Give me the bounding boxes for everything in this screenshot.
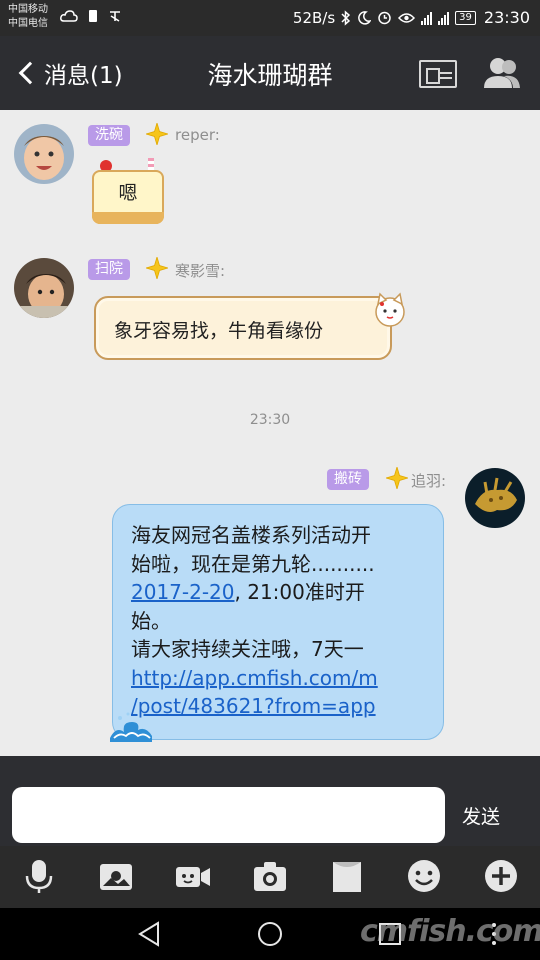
watermark: cmfish.com [360, 914, 540, 949]
back-triangle-icon[interactable] [136, 920, 164, 948]
moon-icon [358, 10, 372, 25]
message-line: /post/483621?from=app [131, 692, 429, 721]
photo-icon[interactable] [98, 858, 134, 894]
cloud-icon [60, 10, 78, 22]
battery-icon: 39 [455, 10, 476, 25]
avatar-reper[interactable] [14, 124, 74, 184]
group-members-icon[interactable] [482, 54, 522, 92]
message-line: 请大家持续关注哦，7天一 [131, 637, 364, 661]
message-line: 始。 [131, 608, 171, 633]
date-link[interactable]: 2017-2-20 [131, 580, 235, 604]
sender-name: reper: [175, 126, 220, 144]
alarm-icon [378, 11, 391, 25]
file-icon[interactable] [329, 858, 365, 894]
message-bubble-ocean[interactable]: 海友网冠名盖楼系列活动开 始啦，现在是第九轮.......... 2017-2-… [112, 504, 444, 740]
group-title-tag: 洗碗 [88, 125, 130, 146]
emoji-icon[interactable] [406, 858, 442, 894]
app-notification-icon [110, 11, 120, 22]
group-title-tag: 搬砖 [327, 469, 369, 490]
carrier-info: 中国移动 中国电信 [8, 3, 48, 31]
video-icon[interactable] [175, 858, 211, 894]
message-list[interactable]: 洗碗 reper: 嗯 扫院 寒影雪: 象牙容易找，牛角看缘份 23:30 搬砖… [0, 110, 540, 756]
message-line: 海友网冠名盖楼系列活动开 [131, 523, 371, 547]
url-link[interactable]: http://app.cmfish.com/m [131, 666, 378, 690]
signal-icon [421, 11, 433, 25]
message-text: , 21:00准时开 [234, 580, 365, 604]
plus-icon[interactable] [483, 858, 519, 894]
lucky-cat-icon [375, 292, 405, 327]
sender-name: 寒影雪: [175, 262, 226, 280]
message-bubble-cake[interactable]: 嗯 [92, 158, 164, 226]
chevron-left-icon [18, 61, 42, 85]
net-speed: 52B/s [292, 8, 336, 27]
title-bar: 消息(1) 海水珊瑚群 [0, 36, 540, 110]
attachment-toolbar [0, 846, 540, 908]
status-bar: 中国移动 中国电信 52B/s 39 23:30 [0, 0, 540, 36]
microphone-icon[interactable] [21, 858, 57, 894]
input-area: 发送 [0, 756, 540, 846]
status-time: 23:30 [483, 8, 530, 27]
bluetooth-icon [341, 9, 351, 26]
message-bubble-scroll[interactable]: 象牙容易找，牛角看缘份 [94, 296, 392, 360]
carrier-2: 中国电信 [8, 18, 48, 29]
avatar-hanyingxue[interactable] [14, 258, 74, 318]
message-timestamp: 23:30 [249, 412, 291, 428]
message-line: 2017-2-20, 21:00准时开 [131, 578, 429, 607]
wave-decoration-icon [110, 712, 152, 742]
message-text: 嗯 [118, 182, 138, 204]
sparkle-icon [146, 123, 168, 145]
message-text: 象牙容易找，牛角看缘份 [114, 320, 324, 342]
group-card-icon[interactable] [419, 60, 457, 88]
signal-2-icon [438, 11, 450, 25]
avatar-zhuiyu[interactable] [465, 468, 525, 528]
notification-icons [60, 9, 122, 23]
back-button[interactable]: 消息(1) [14, 54, 123, 92]
camera-icon[interactable] [252, 858, 288, 894]
sim-icon [89, 10, 97, 22]
carrier-1: 中国移动 [8, 4, 48, 15]
url-link-continued[interactable]: /post/483621?from=app [131, 694, 376, 718]
sparkle-icon [146, 257, 168, 279]
send-button[interactable]: 发送 [462, 802, 500, 829]
status-right: 52B/s 39 23:30 [293, 8, 530, 27]
message-line: 始啦，现在是第九轮.......... [131, 551, 375, 576]
group-title-tag: 扫院 [88, 259, 130, 280]
message-line: http://app.cmfish.com/m [131, 664, 429, 693]
back-label: 消息(1) [44, 63, 123, 89]
sender-name: 追羽: [411, 472, 447, 490]
sparkle-icon [386, 467, 408, 489]
message-input[interactable] [12, 787, 445, 843]
eye-icon [398, 12, 416, 23]
home-circle-icon[interactable] [256, 920, 284, 948]
